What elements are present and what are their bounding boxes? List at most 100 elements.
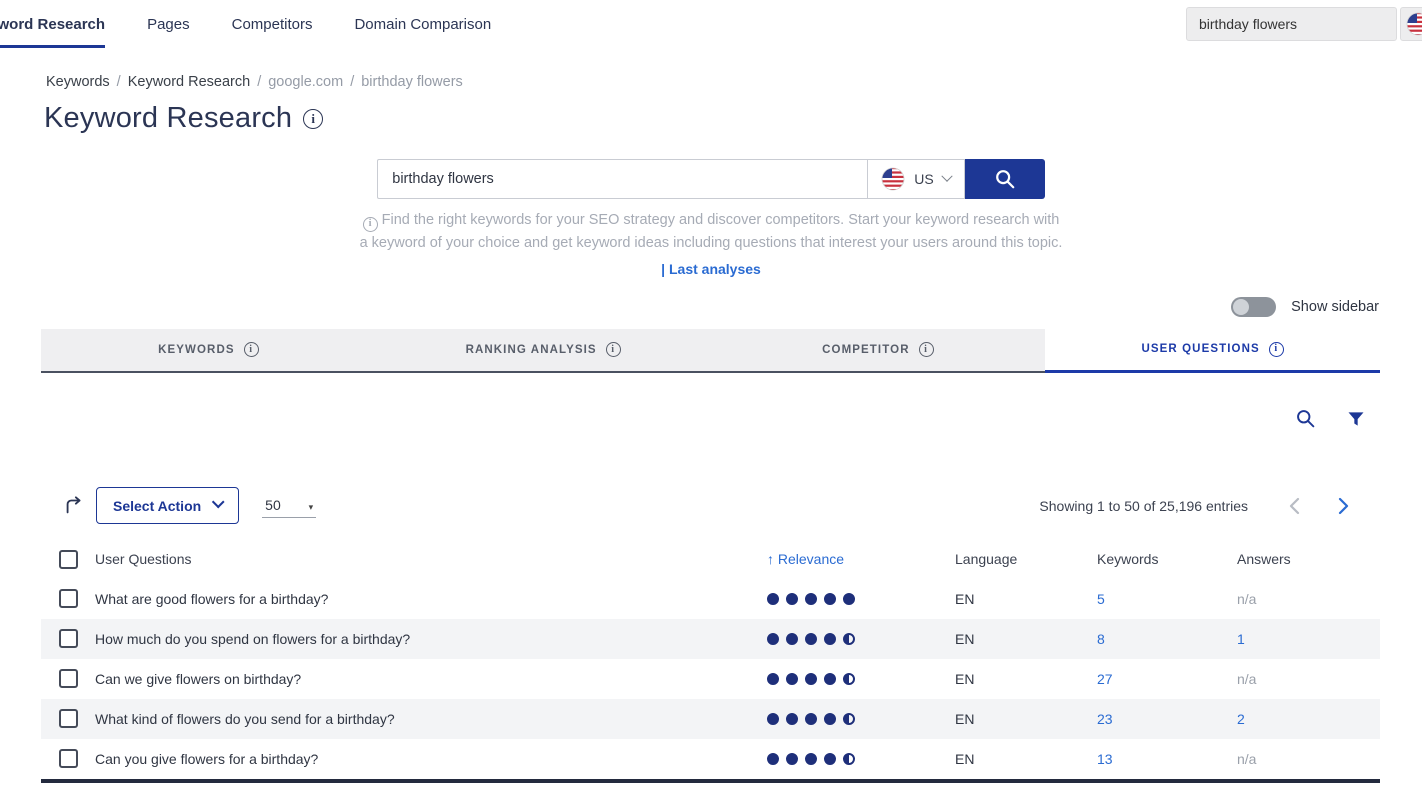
topnav-right-group — [1186, 7, 1422, 41]
top-language-selector[interactable] — [1400, 7, 1422, 41]
next-page-icon[interactable] — [1338, 497, 1350, 515]
tab-keywords[interactable]: KEYWORDS — [41, 329, 376, 373]
keyword-research-page: Keyword Research Pages Competitors Domai… — [0, 0, 1422, 800]
breadcrumb-keyword-research[interactable]: Keyword Research — [128, 74, 251, 90]
relevance-dot — [824, 633, 836, 645]
relevance-dots — [767, 713, 939, 725]
relevance-dot — [805, 713, 817, 725]
header-answers: Answers — [1229, 540, 1380, 579]
export-icon[interactable] — [63, 495, 85, 517]
row-checkbox[interactable] — [59, 589, 78, 608]
keyword-search-input[interactable] — [377, 159, 867, 199]
question-text: Can we give flowers on birthday? — [95, 671, 301, 687]
header-relevance-sort[interactable]: ↑ Relevance — [759, 540, 947, 579]
relevance-dots — [767, 673, 939, 685]
chevron-down-icon — [941, 171, 952, 182]
row-checkbox[interactable] — [59, 749, 78, 768]
top-search-input[interactable] — [1186, 7, 1397, 41]
table-search-icon[interactable] — [1295, 408, 1316, 429]
page-title: Keyword Research — [44, 102, 292, 135]
tab-competitor[interactable]: COMPETITOR — [711, 329, 1046, 373]
relevance-dot — [805, 633, 817, 645]
relevance-dot — [824, 713, 836, 725]
keywords-link[interactable]: 8 — [1097, 631, 1105, 647]
show-sidebar-label: Show sidebar — [1291, 299, 1379, 315]
relevance-dot — [843, 713, 855, 725]
relevance-dot — [786, 753, 798, 765]
answers-cell[interactable]: 2 — [1237, 711, 1245, 727]
pagination — [1288, 497, 1350, 515]
breadcrumb: Keywords/Keyword Research/google.com/bir… — [46, 74, 1422, 90]
tab-ranking-analysis[interactable]: RANKING ANALYSIS — [376, 329, 711, 373]
nav-item-keyword-research[interactable]: Keyword Research — [0, 0, 105, 48]
filter-icon[interactable] — [1346, 409, 1366, 429]
results-panel: KEYWORDS RANKING ANALYSIS COMPETITOR USE… — [41, 329, 1380, 783]
keywords-link[interactable]: 23 — [1097, 711, 1113, 727]
help-text: Find the right keywords for your SEO str… — [358, 209, 1064, 254]
info-icon[interactable] — [606, 342, 621, 357]
keywords-link[interactable]: 5 — [1097, 591, 1105, 607]
table-tools — [41, 373, 1380, 431]
tab-label: USER QUESTIONS — [1141, 343, 1259, 355]
nav-item-competitors[interactable]: Competitors — [232, 0, 313, 48]
relevance-dot — [767, 673, 779, 685]
last-analyses-link[interactable]: | Last analyses — [661, 261, 761, 277]
nav-item-label: Pages — [147, 16, 190, 33]
show-sidebar-toggle[interactable] — [1231, 297, 1276, 317]
search-icon — [994, 168, 1016, 190]
page-size-select[interactable]: 50 ▾ — [262, 493, 316, 518]
relevance-dot — [786, 593, 798, 605]
sort-ascending-icon: ↑ — [767, 551, 774, 567]
answers-cell: n/a — [1237, 751, 1256, 767]
relevance-dot — [786, 673, 798, 685]
relevance-dot — [767, 753, 779, 765]
row-checkbox[interactable] — [59, 669, 78, 688]
answers-cell[interactable]: 1 — [1237, 631, 1245, 647]
language-cell: EN — [947, 699, 1089, 739]
info-icon[interactable] — [919, 342, 934, 357]
tab-user-questions[interactable]: USER QUESTIONS — [1045, 329, 1380, 373]
relevance-dot — [824, 593, 836, 605]
tabs-bar: KEYWORDS RANKING ANALYSIS COMPETITOR USE… — [41, 329, 1380, 373]
language-cell: EN — [947, 739, 1089, 779]
breadcrumb-current-keyword: birthday flowers — [361, 74, 463, 90]
nav-item-pages[interactable]: Pages — [147, 0, 190, 48]
question-text: What kind of flowers do you send for a b… — [95, 711, 395, 727]
dropdown-arrow-icon: ▾ — [309, 502, 314, 513]
search-button[interactable] — [965, 159, 1045, 199]
select-action-button[interactable]: Select Action — [96, 487, 239, 524]
info-icon[interactable] — [244, 342, 259, 357]
top-navigation: Keyword Research Pages Competitors Domai… — [0, 0, 1422, 48]
nav-item-label: Domain Comparison — [354, 16, 491, 33]
help-text-content: Find the right keywords for your SEO str… — [360, 212, 1063, 251]
page-size-value: 50 — [265, 497, 281, 513]
row-checkbox[interactable] — [59, 629, 78, 648]
select-all-checkbox[interactable] — [59, 550, 78, 569]
row-checkbox[interactable] — [59, 709, 78, 728]
relevance-dot — [843, 673, 855, 685]
header-keywords: Keywords — [1089, 540, 1229, 579]
relevance-dot — [843, 633, 855, 645]
relevance-dot — [824, 753, 836, 765]
keywords-link[interactable]: 13 — [1097, 751, 1113, 767]
user-questions-table: User Questions ↑ Relevance Language Keyw… — [41, 540, 1380, 779]
table-body: What are good flowers for a birthday? EN… — [41, 579, 1380, 779]
nav-item-domain-comparison[interactable]: Domain Comparison — [354, 0, 491, 48]
tab-label: COMPETITOR — [822, 344, 909, 356]
relevance-dot — [767, 593, 779, 605]
keywords-link[interactable]: 27 — [1097, 671, 1113, 687]
prev-page-icon[interactable] — [1288, 497, 1300, 515]
answers-cell: n/a — [1237, 591, 1256, 607]
table-header-row: User Questions ↑ Relevance Language Keyw… — [41, 540, 1380, 579]
country-selector[interactable]: US — [867, 159, 964, 199]
pagination-summary: Showing 1 to 50 of 25,196 entries — [1039, 498, 1248, 514]
breadcrumb-domain[interactable]: google.com — [268, 74, 343, 90]
table-bottom-bar — [41, 779, 1380, 783]
breadcrumb-keywords[interactable]: Keywords — [46, 74, 110, 90]
question-text: Can you give flowers for a birthday? — [95, 751, 318, 767]
nav-item-label: Competitors — [232, 16, 313, 33]
table-row: Can we give flowers on birthday? EN 27 n… — [41, 659, 1380, 699]
title-info-icon[interactable] — [303, 109, 323, 129]
language-cell: EN — [947, 659, 1089, 699]
info-icon[interactable] — [1269, 342, 1284, 357]
